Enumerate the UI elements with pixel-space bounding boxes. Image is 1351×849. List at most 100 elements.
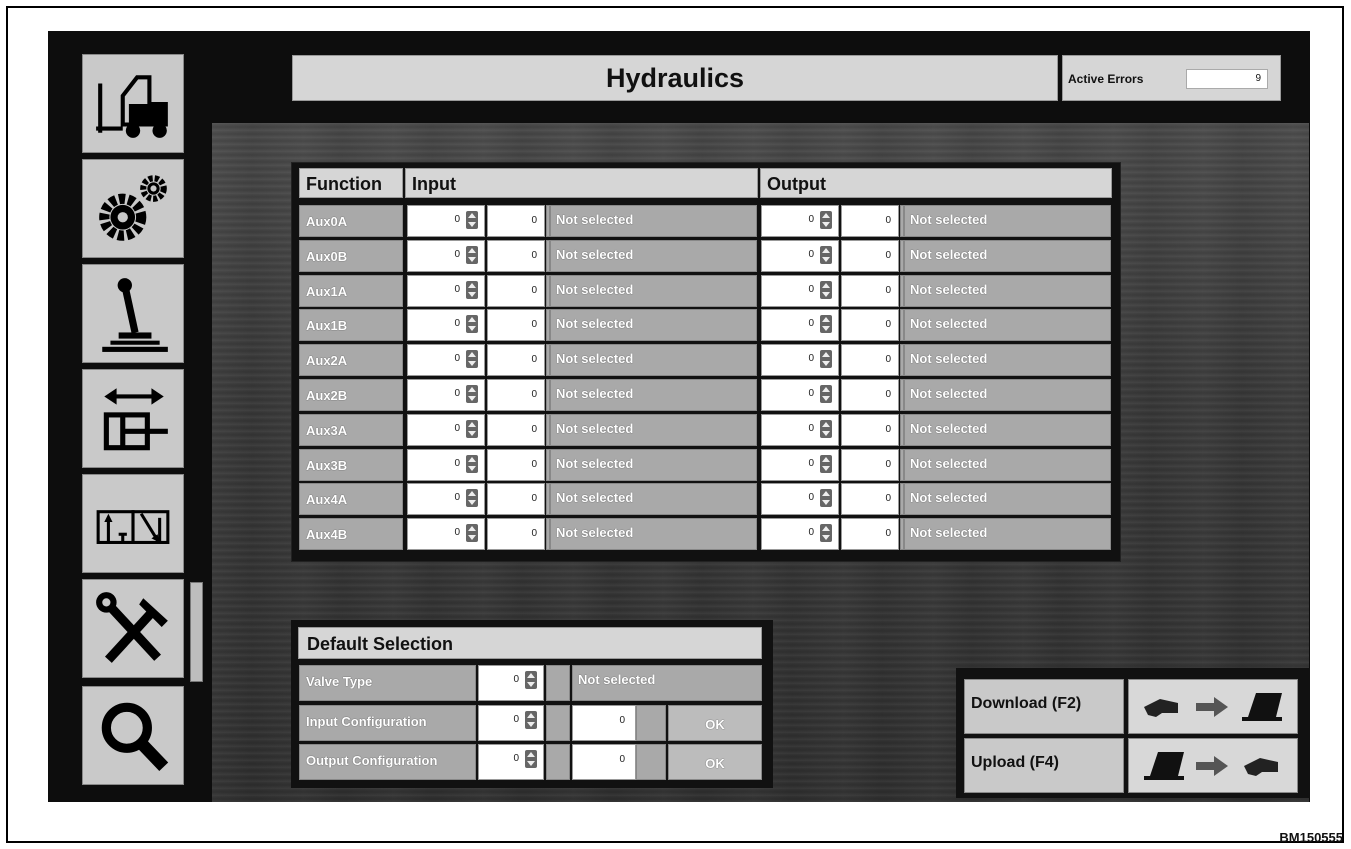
tools-icon bbox=[96, 591, 168, 663]
spinner-arrows-icon[interactable] bbox=[466, 385, 478, 403]
output-spinner[interactable]: 0 bbox=[761, 483, 839, 515]
output-value[interactable]: 0 bbox=[841, 483, 899, 515]
spinner-arrows-icon[interactable] bbox=[820, 211, 832, 229]
input-spinner[interactable]: 0 bbox=[407, 309, 485, 341]
output-value[interactable]: 0 bbox=[841, 275, 899, 307]
spinner-arrows-icon[interactable] bbox=[466, 211, 478, 229]
function-cell: Aux0A bbox=[299, 205, 403, 237]
gears-icon bbox=[99, 174, 167, 241]
spinner-arrows-icon[interactable] bbox=[466, 315, 478, 333]
output-spinner[interactable]: 0 bbox=[761, 344, 839, 376]
output-configuration-value[interactable]: 0 bbox=[572, 744, 636, 780]
output-value[interactable]: 0 bbox=[841, 240, 899, 272]
input-status: Not selected bbox=[550, 344, 757, 376]
output-spinner[interactable]: 0 bbox=[761, 240, 839, 272]
input-spinner[interactable]: 0 bbox=[407, 414, 485, 446]
spinner-arrows-icon[interactable] bbox=[525, 750, 537, 768]
input-spinner[interactable]: 0 bbox=[407, 379, 485, 411]
output-spinner[interactable]: 0 bbox=[761, 205, 839, 237]
input-configuration-ok-button[interactable]: OK bbox=[668, 705, 762, 741]
output-value[interactable]: 0 bbox=[841, 414, 899, 446]
spinner-arrows-icon[interactable] bbox=[820, 350, 832, 368]
upload-button[interactable] bbox=[1128, 738, 1298, 793]
output-spinner[interactable]: 0 bbox=[761, 518, 839, 550]
spinner-arrows-icon[interactable] bbox=[820, 524, 832, 542]
input-value[interactable]: 0 bbox=[487, 518, 545, 550]
output-value[interactable]: 0 bbox=[841, 309, 899, 341]
spinner-arrows-icon[interactable] bbox=[466, 524, 478, 542]
output-configuration-spinner[interactable]: 0 bbox=[478, 744, 544, 780]
output-spinner[interactable]: 0 bbox=[761, 449, 839, 481]
output-value[interactable]: 0 bbox=[841, 449, 899, 481]
valve-type-spinner[interactable]: 0 bbox=[478, 665, 544, 701]
output-spinner-value: 0 bbox=[808, 353, 814, 364]
output-spinner[interactable]: 0 bbox=[761, 414, 839, 446]
output-spinner[interactable]: 0 bbox=[761, 275, 839, 307]
output-value[interactable]: 0 bbox=[841, 518, 899, 550]
sidebar-scrollbar[interactable] bbox=[190, 582, 203, 682]
spinner-arrows-icon[interactable] bbox=[466, 281, 478, 299]
input-status: Not selected bbox=[550, 275, 757, 307]
output-value[interactable]: 0 bbox=[841, 344, 899, 376]
sidebar-item-search[interactable] bbox=[82, 686, 184, 785]
spinner-arrows-icon[interactable] bbox=[820, 420, 832, 438]
input-spinner[interactable]: 0 bbox=[407, 483, 485, 515]
spinner-arrows-icon[interactable] bbox=[820, 455, 832, 473]
sidebar-item-settings[interactable] bbox=[82, 159, 184, 258]
input-spinner[interactable]: 0 bbox=[407, 449, 485, 481]
spinner-arrows-icon[interactable] bbox=[466, 489, 478, 507]
sidebar-item-cylinder[interactable] bbox=[82, 369, 184, 468]
output-value[interactable]: 0 bbox=[841, 205, 899, 237]
output-value[interactable]: 0 bbox=[841, 379, 899, 411]
input-value[interactable]: 0 bbox=[487, 414, 545, 446]
input-spinner[interactable]: 0 bbox=[407, 205, 485, 237]
output-status: Not selected bbox=[904, 275, 1111, 307]
input-value[interactable]: 0 bbox=[487, 344, 545, 376]
input-spinner-value: 0 bbox=[454, 423, 460, 434]
input-spinner[interactable]: 0 bbox=[407, 518, 485, 550]
input-value[interactable]: 0 bbox=[487, 449, 545, 481]
input-value[interactable]: 0 bbox=[487, 483, 545, 515]
sidebar-item-joystick[interactable] bbox=[82, 264, 184, 363]
spinner-arrows-icon[interactable] bbox=[525, 711, 537, 729]
spinner-arrows-icon[interactable] bbox=[466, 455, 478, 473]
input-configuration-spinner[interactable]: 0 bbox=[478, 705, 544, 741]
spinner-arrows-icon[interactable] bbox=[820, 385, 832, 403]
output-status: Not selected bbox=[904, 205, 1111, 237]
input-spinner[interactable]: 0 bbox=[407, 275, 485, 307]
input-spinner-value: 0 bbox=[454, 388, 460, 399]
input-spinner[interactable]: 0 bbox=[407, 344, 485, 376]
output-configuration-ok-button[interactable]: OK bbox=[668, 744, 762, 780]
output-spinner-value: 0 bbox=[808, 388, 814, 399]
spinner-arrows-icon[interactable] bbox=[820, 489, 832, 507]
output-spinner[interactable]: 0 bbox=[761, 379, 839, 411]
sidebar-item-tools[interactable] bbox=[82, 579, 184, 678]
output-status: Not selected bbox=[904, 483, 1111, 515]
active-errors-value: 9 bbox=[1186, 69, 1268, 89]
input-spinner[interactable]: 0 bbox=[407, 240, 485, 272]
spinner-arrows-icon[interactable] bbox=[466, 350, 478, 368]
active-errors-label: Active Errors bbox=[1068, 72, 1144, 86]
spinner-arrows-icon[interactable] bbox=[525, 671, 537, 689]
sidebar-item-valve[interactable] bbox=[82, 474, 184, 573]
sidebar-item-truck[interactable] bbox=[82, 54, 184, 153]
input-value[interactable]: 0 bbox=[487, 379, 545, 411]
download-button[interactable] bbox=[1128, 679, 1298, 734]
spinner-arrows-icon[interactable] bbox=[820, 246, 832, 264]
input-value[interactable]: 0 bbox=[487, 309, 545, 341]
input-spinner-value: 0 bbox=[454, 249, 460, 260]
output-spinner[interactable]: 0 bbox=[761, 309, 839, 341]
input-configuration-value[interactable]: 0 bbox=[572, 705, 636, 741]
spinner-arrows-icon[interactable] bbox=[466, 246, 478, 264]
input-value[interactable]: 0 bbox=[487, 240, 545, 272]
input-value[interactable]: 0 bbox=[487, 205, 545, 237]
column-header-input: Input bbox=[405, 168, 758, 198]
input-value[interactable]: 0 bbox=[487, 275, 545, 307]
spinner-arrows-icon[interactable] bbox=[820, 281, 832, 299]
spinner-arrows-icon[interactable] bbox=[466, 420, 478, 438]
output-spinner-value: 0 bbox=[808, 527, 814, 538]
column-header-output: Output bbox=[760, 168, 1112, 198]
valve-type-label: Valve Type bbox=[299, 665, 476, 701]
spinner-arrows-icon[interactable] bbox=[820, 315, 832, 333]
input-status: Not selected bbox=[550, 518, 757, 550]
